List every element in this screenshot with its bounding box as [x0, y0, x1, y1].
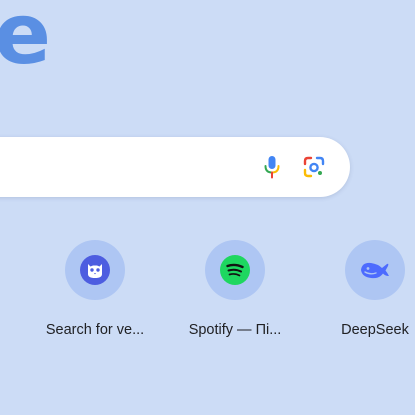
shortcut-label: Search for ve...	[45, 322, 145, 338]
spotify-icon	[220, 255, 250, 285]
voice-search-button[interactable]	[257, 152, 287, 182]
owl-icon	[80, 255, 110, 285]
search-box[interactable]	[0, 137, 350, 197]
search-input[interactable]	[0, 151, 194, 185]
google-lens-icon	[303, 156, 325, 178]
google-logo-fragment: e	[0, 0, 51, 83]
shortcut-label: DeepSeek	[341, 322, 409, 338]
lens-search-button[interactable]	[299, 152, 329, 182]
deepseek-whale-icon	[361, 262, 389, 279]
microphone-icon	[264, 156, 280, 179]
shortcut-tile-search-for-ve[interactable]: Search for ve...	[30, 240, 160, 350]
new-tab-page: e Search for ve... Spotify — Пі... DeepS…	[0, 0, 415, 415]
shortcut-tile-deepseek[interactable]: DeepSeek	[310, 240, 415, 350]
shortcut-icon-container	[205, 240, 265, 300]
shortcut-icon-container	[345, 240, 405, 300]
shortcut-tile-spotify[interactable]: Spotify — Пі...	[170, 240, 300, 350]
shortcut-label: Spotify — Пі...	[188, 322, 282, 338]
shortcut-icon-container	[65, 240, 125, 300]
